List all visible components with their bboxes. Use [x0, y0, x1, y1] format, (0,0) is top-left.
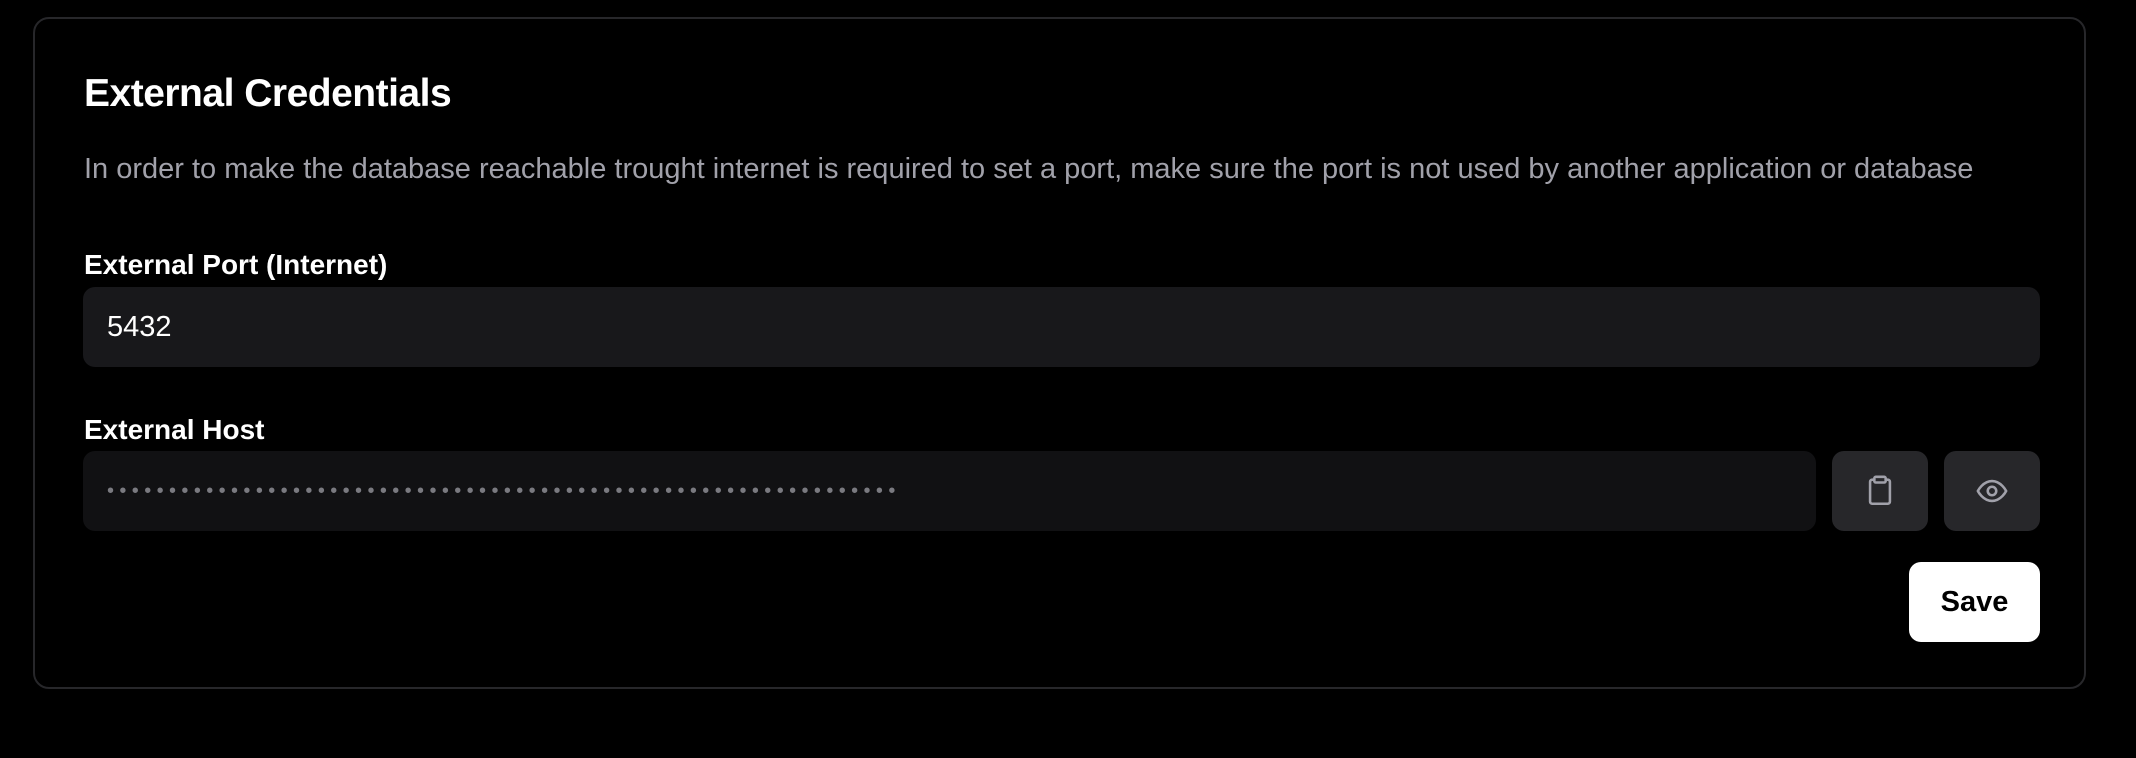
clipboard-icon: [1863, 474, 1897, 508]
external-host-label: External Host: [84, 414, 265, 445]
save-button[interactable]: Save: [1909, 562, 2040, 642]
section-description: In order to make the database reachable …: [84, 153, 1974, 185]
eye-icon: [1975, 474, 2009, 508]
external-port-label: External Port (Internet): [84, 249, 388, 280]
section-title: External Credentials: [84, 72, 452, 115]
reveal-host-button[interactable]: [1944, 451, 2040, 531]
external-host-input[interactable]: ••••••••••••••••••••••••••••••••••••••••…: [83, 451, 1816, 531]
copy-host-button[interactable]: [1832, 451, 1928, 531]
external-host-masked-value: ••••••••••••••••••••••••••••••••••••••••…: [107, 479, 901, 502]
external-port-input[interactable]: [83, 287, 2040, 367]
external-credentials-card: External Credentials In order to make th…: [33, 17, 2086, 689]
